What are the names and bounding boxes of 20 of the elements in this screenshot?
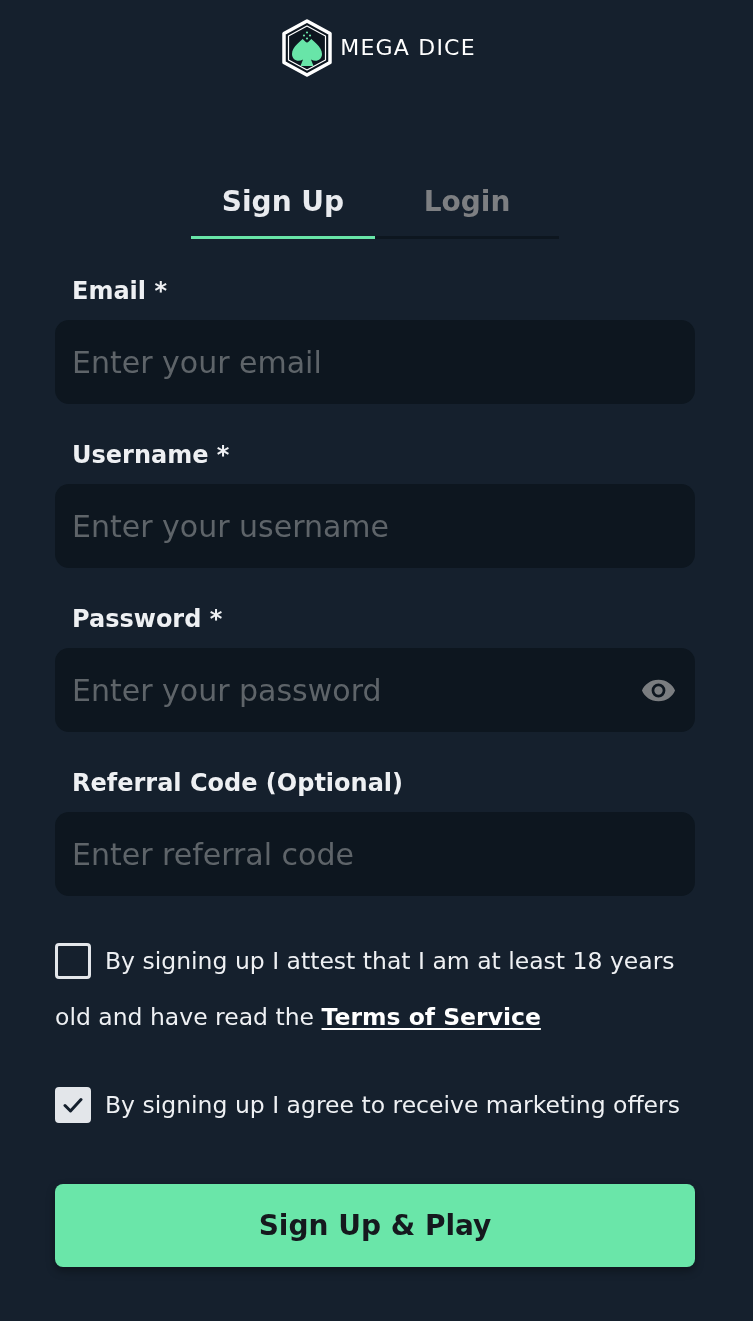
checkmark-icon — [63, 1097, 83, 1113]
tab[interactable]: Login — [375, 182, 559, 239]
checkbox[interactable] — [55, 1087, 91, 1123]
consent-option[interactable]: By signing up I agree to receive marketing offers — [55, 1077, 695, 1133]
field-label: Password * — [72, 604, 223, 635]
field-label: Username * — [72, 440, 230, 471]
sign-up-button[interactable]: Sign Up & Play — [55, 1184, 695, 1267]
show-password-icon[interactable] — [640, 679, 677, 702]
checkbox[interactable] — [55, 943, 91, 979]
password-field[interactable]: Enter your password — [55, 648, 695, 732]
spade-logo-icon — [280, 18, 335, 78]
tab[interactable]: Sign Up — [191, 182, 375, 239]
consent-option[interactable]: By signing up I attest that I am at least 18 years old and have read the Terms of Service — [55, 933, 695, 1045]
field-label: Referral Code (Optional) — [72, 768, 404, 799]
input-field[interactable]: Enter your username — [55, 484, 695, 568]
input-field[interactable]: Enter your email — [55, 320, 695, 404]
input-field[interactable]: Enter referral code — [55, 812, 695, 896]
logo-wordmark: MEGA DICE — [340, 35, 476, 61]
field-label: Email * — [72, 276, 167, 307]
terms-link[interactable]: Terms of Service — [321, 1003, 541, 1031]
